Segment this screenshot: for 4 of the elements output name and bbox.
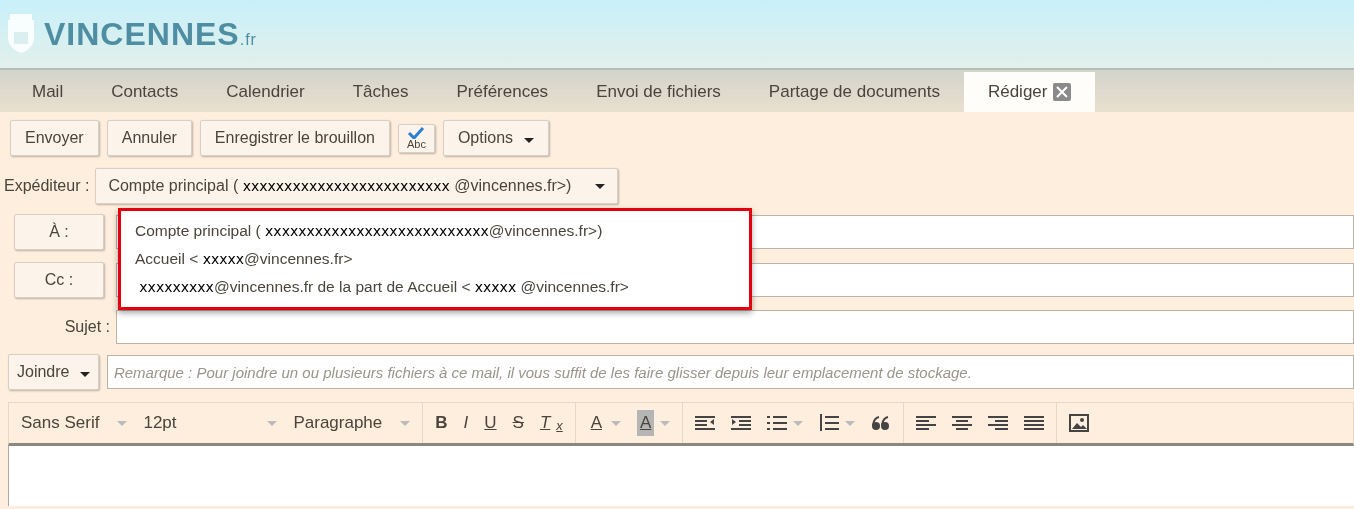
spellcheck-label: Abc xyxy=(406,138,426,150)
subject-label: Sujet : xyxy=(63,317,110,337)
sender-label: Expéditeur : xyxy=(4,176,90,196)
site-logo: VINCENNES.fr xyxy=(44,15,257,54)
